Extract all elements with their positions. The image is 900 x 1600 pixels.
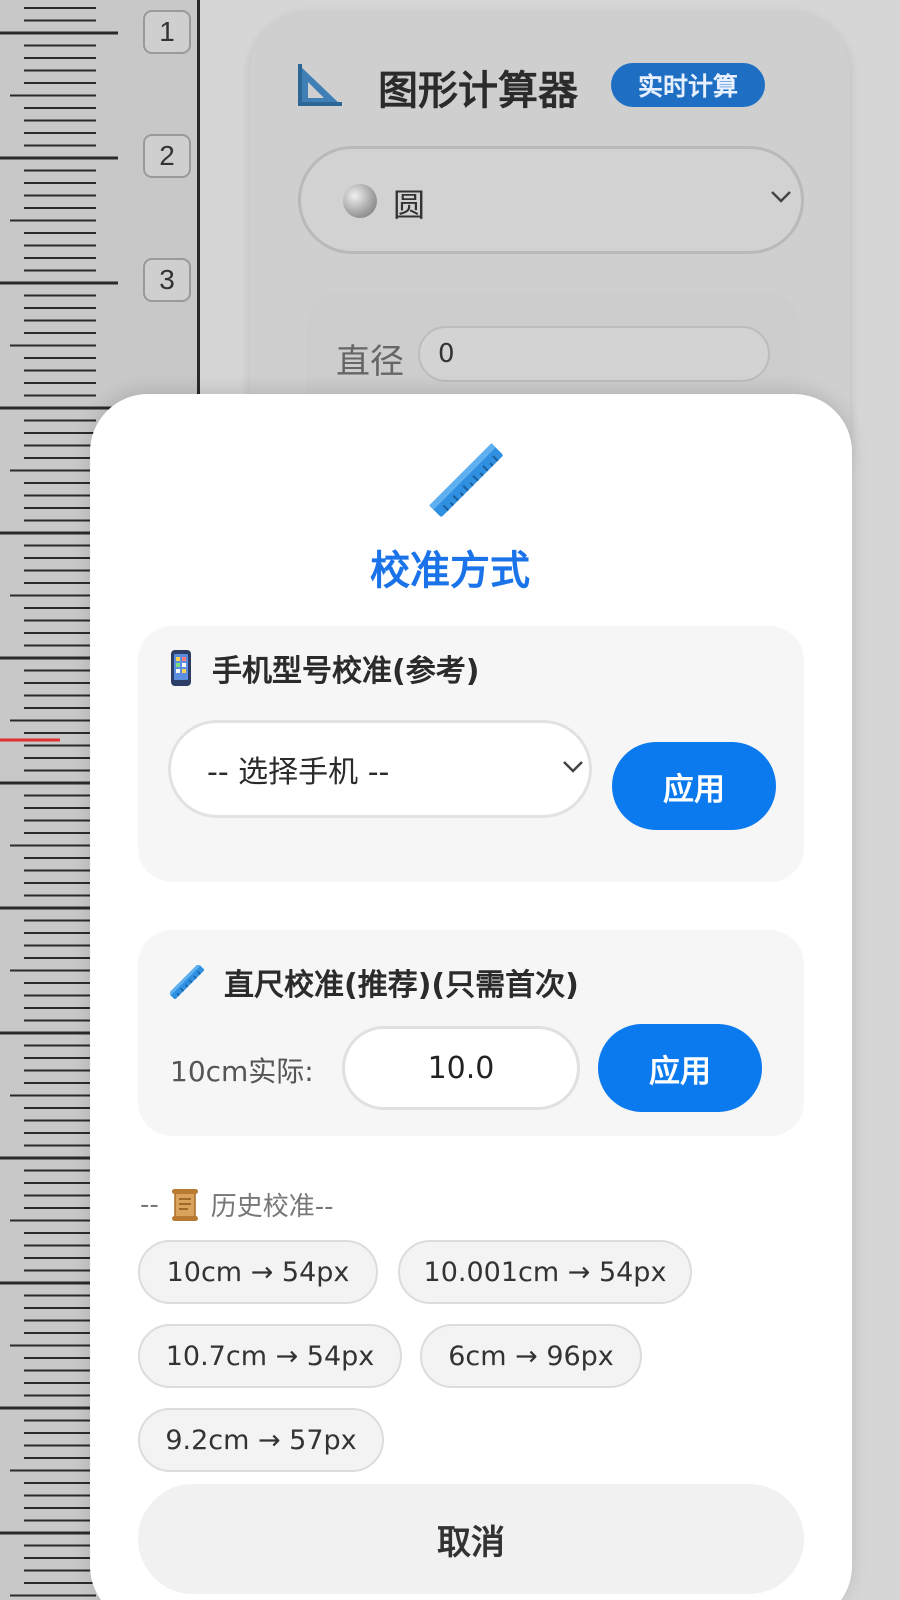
ruler-apply-button[interactable]: 应用 <box>598 1024 762 1112</box>
ruler-label-3: 3 <box>143 258 191 302</box>
phone-section-header: 手机型号校准(参考) <box>170 646 479 690</box>
history-chip[interactable]: 6cm → 96px <box>420 1324 642 1388</box>
ruler-section-title: 直尺校准(推荐)(只需首次) <box>224 968 579 1003</box>
history-chip[interactable]: 10cm → 54px <box>138 1240 378 1304</box>
diameter-input[interactable]: 0 <box>418 326 770 382</box>
phone-section-title: 手机型号校准(参考) <box>212 654 480 689</box>
history-title: 历史校准-- <box>210 1192 334 1222</box>
scroll-icon <box>171 1188 198 1221</box>
history-chip[interactable]: 10.7cm → 54px <box>138 1324 402 1388</box>
realtime-badge: 实时计算 <box>611 63 765 107</box>
history-chip[interactable]: 9.2cm → 57px <box>138 1408 384 1472</box>
shape-select-value: 圆 <box>393 186 426 224</box>
calculator-title: 图形计算器 <box>378 68 578 114</box>
phone-select-value: -- 选择手机 -- <box>207 755 390 790</box>
history-header: -- 历史校准-- <box>140 1186 334 1223</box>
chevron-down-icon <box>771 191 791 203</box>
phone-apply-button[interactable]: 应用 <box>612 742 776 830</box>
ruler-icon <box>170 965 204 999</box>
history-prefix: -- <box>140 1189 159 1220</box>
cancel-button[interactable]: 取消 <box>138 1484 804 1594</box>
ruler-section-header: 直尺校准(推荐)(只需首次) <box>170 960 579 1004</box>
ruler-length-input[interactable]: 10.0 <box>342 1026 580 1110</box>
ruler-input-label: 10cm实际: <box>170 1055 314 1088</box>
ruler-icon <box>429 443 503 517</box>
chevron-down-icon <box>563 761 583 773</box>
history-chip[interactable]: 10.001cm → 54px <box>398 1240 692 1304</box>
phone-model-select[interactable]: -- 选择手机 -- <box>168 720 592 818</box>
ruler-label-2: 2 <box>143 134 191 178</box>
phone-icon <box>171 650 191 686</box>
set-square-icon <box>298 64 342 106</box>
diameter-label: 直径 <box>336 342 404 382</box>
circle-icon <box>343 184 377 218</box>
ruler-label-1: 1 <box>143 10 191 54</box>
modal-title: 校准方式 <box>370 548 530 594</box>
